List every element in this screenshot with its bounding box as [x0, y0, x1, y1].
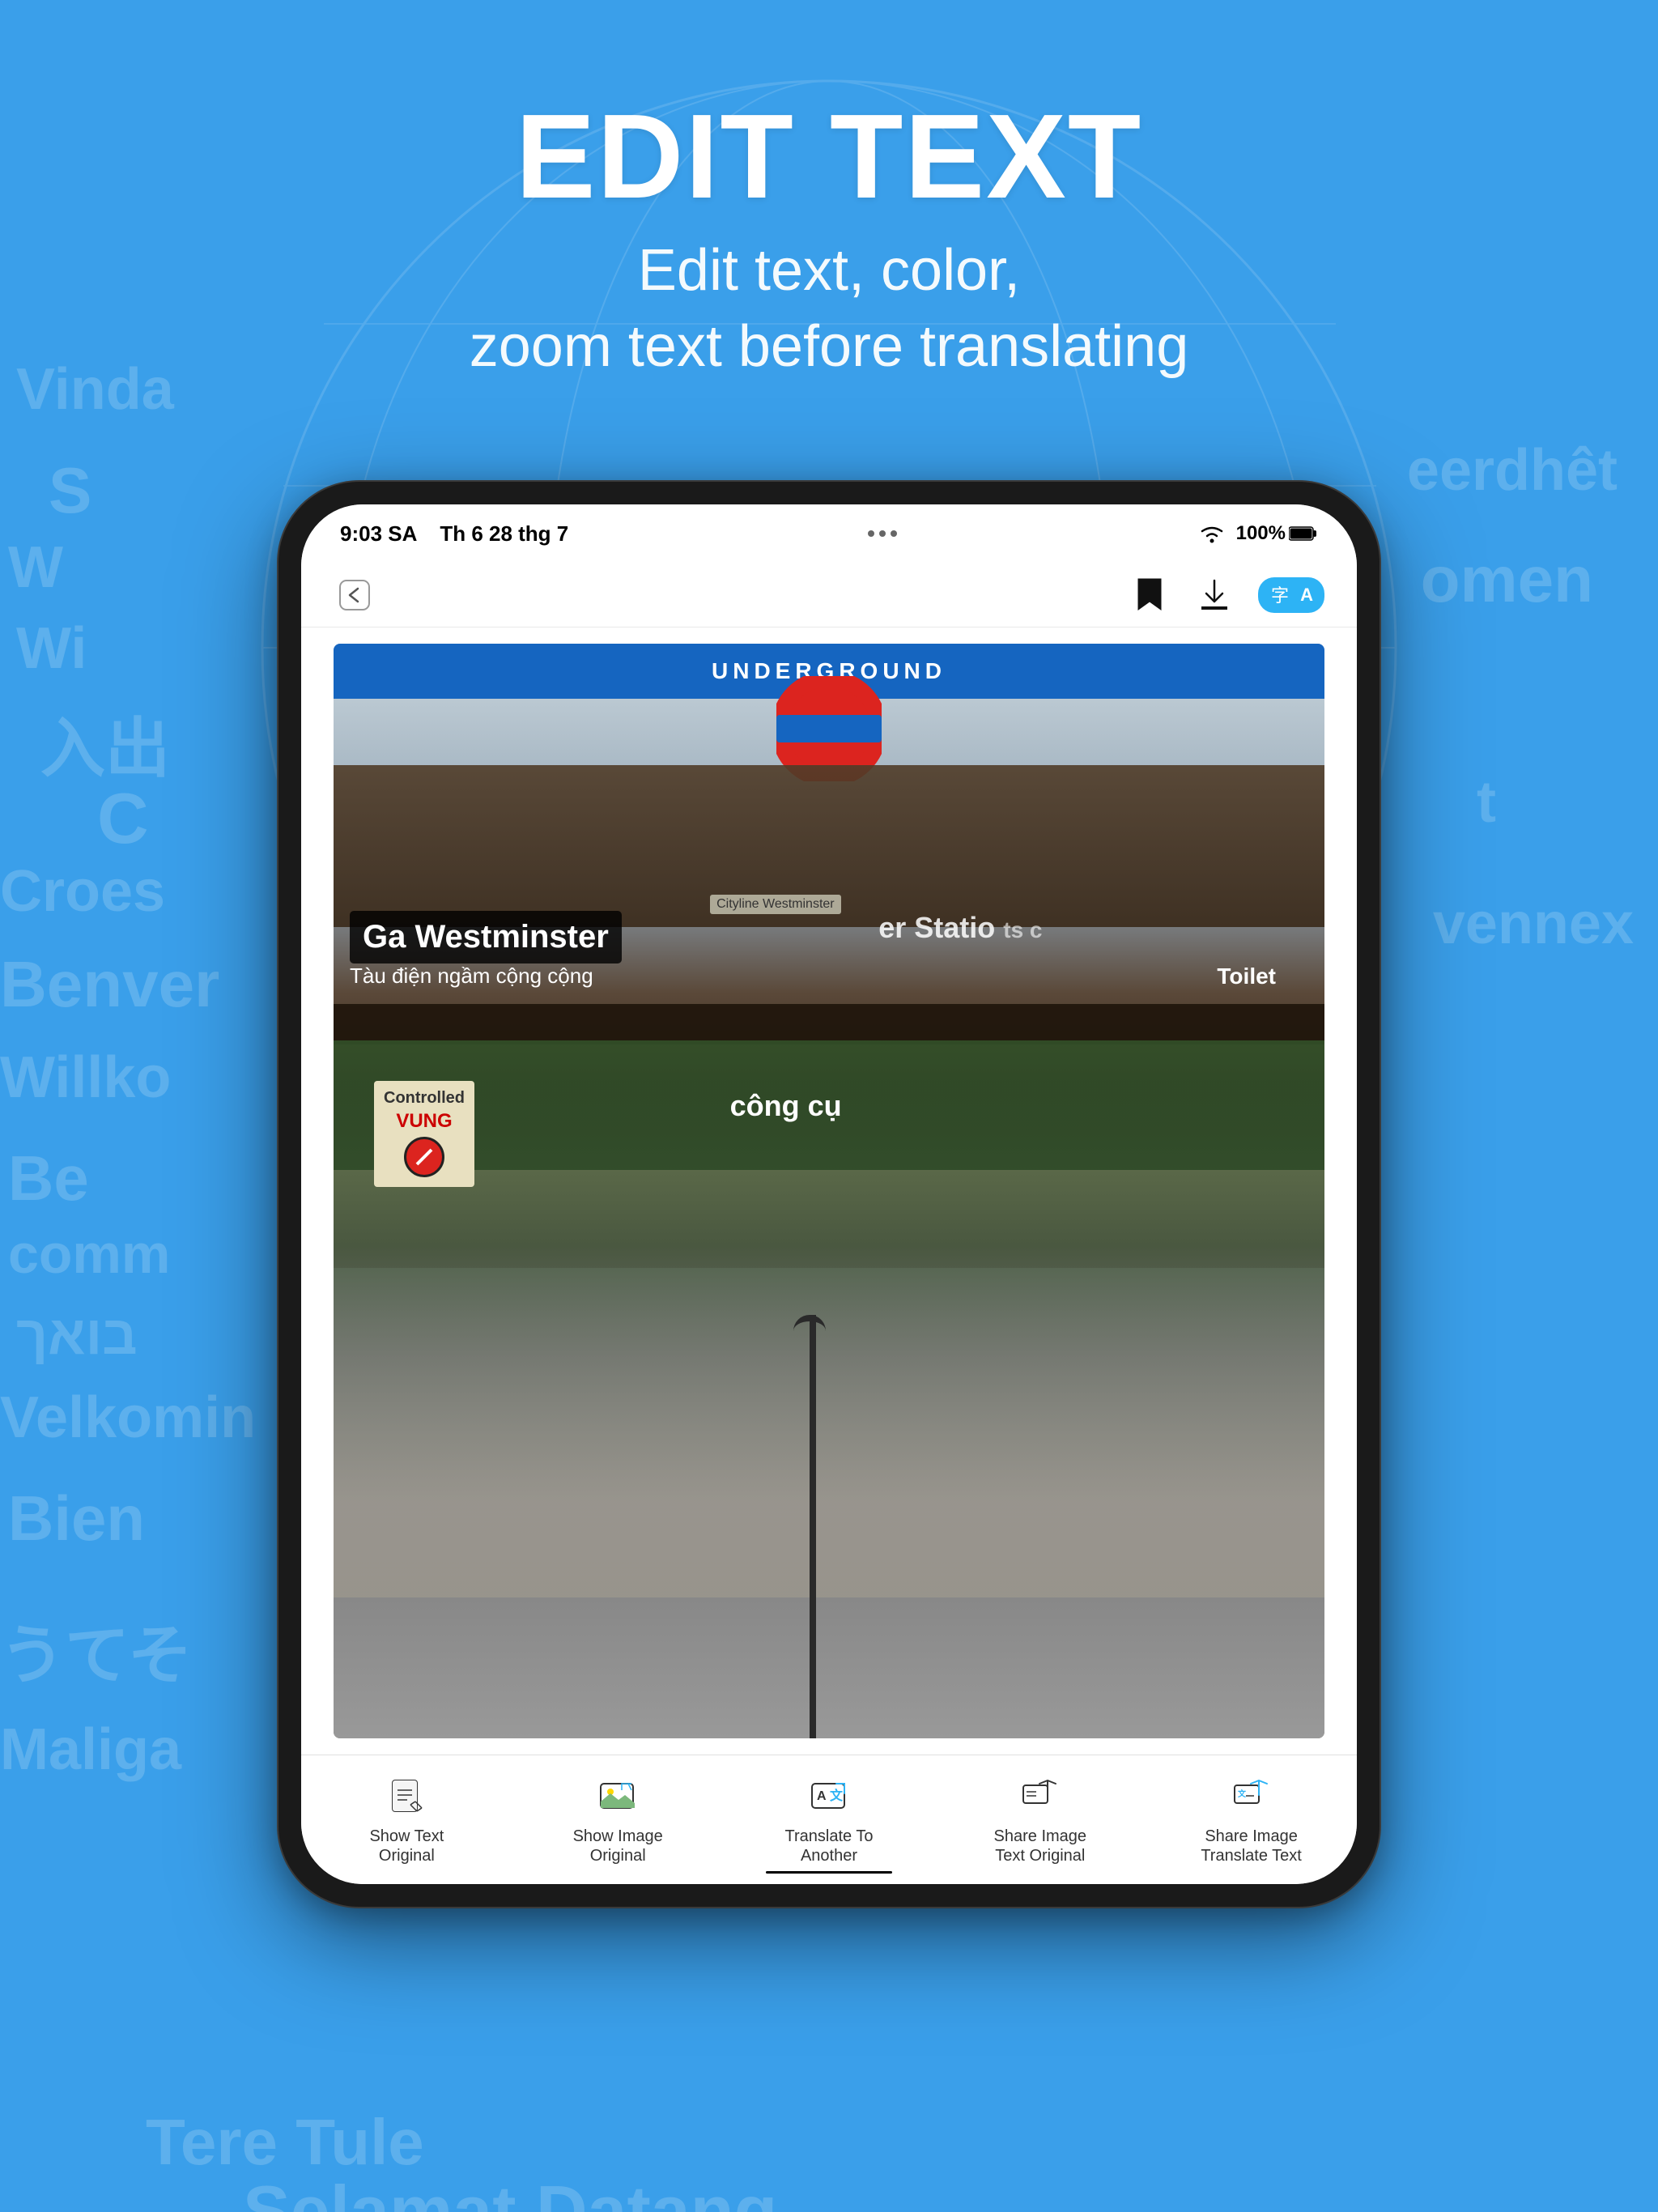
show-text-original-icon: [384, 1775, 429, 1820]
westminster-translation: Ga Westminster: [350, 911, 622, 963]
toilet-translation: Toilet: [1217, 963, 1276, 989]
tab-show-image-original-label: Show Image Original: [561, 1827, 674, 1865]
station-partial: er Statio ts c: [878, 911, 1042, 945]
toolbar-right: 字 A: [1129, 574, 1324, 616]
back-icon: [337, 577, 372, 613]
tab-share-image-text-original-label: Share Image Text Original: [984, 1827, 1097, 1865]
svg-text:文: 文: [830, 1788, 844, 1803]
translate-badge-icon: 字: [1269, 582, 1295, 608]
device-frame: 9:03 SA Th 6 28 thg 7: [278, 482, 1380, 1907]
share-image-text-original-icon: [1018, 1775, 1063, 1820]
no-sign-icon: [412, 1145, 436, 1169]
top-toolbar: 字 A: [301, 563, 1357, 627]
cong-cu-translation: công cụ: [730, 1089, 842, 1123]
status-right: 100%: [1197, 522, 1318, 545]
battery-indicator: 100%: [1236, 522, 1318, 545]
download-button[interactable]: [1193, 574, 1235, 616]
sign-label: Cityline Westminster: [710, 895, 841, 914]
svg-text:文: 文: [1238, 1789, 1247, 1799]
people-area: [334, 1268, 1324, 1738]
document-icon: [386, 1777, 427, 1818]
page-title: EDIT TEXT: [470, 97, 1188, 217]
translate-badge[interactable]: 字 A: [1258, 577, 1324, 613]
status-bar: 9:03 SA Th 6 28 thg 7: [301, 504, 1357, 563]
toolbar-left: [334, 574, 376, 616]
bookmark-icon: [1135, 577, 1164, 613]
road: [334, 1597, 1324, 1738]
lamppost: [810, 1315, 816, 1738]
bottom-tabbar: Show Text Original Show Image Original: [301, 1755, 1357, 1884]
status-time: 9:03 SA Th 6 28 thg 7: [340, 521, 568, 547]
svg-text:字: 字: [1271, 585, 1289, 606]
translate-tab-icon: A 文: [809, 1777, 849, 1818]
image-icon: [597, 1777, 638, 1818]
tab-show-image-original[interactable]: Show Image Original: [512, 1767, 724, 1874]
page-subtitle: Edit text, color, zoom text before trans…: [470, 233, 1188, 385]
wifi-icon: [1197, 522, 1226, 545]
share-image-text-icon: [1020, 1777, 1061, 1818]
svg-text:A: A: [817, 1789, 827, 1803]
device-screen: 9:03 SA Th 6 28 thg 7: [301, 504, 1357, 1884]
tab-show-text-original[interactable]: Show Text Original: [301, 1767, 512, 1874]
tab-translate-to-another[interactable]: A 文 Translate To Another: [724, 1767, 935, 1874]
main-image-area: UNDERGROUND Cityline Westminster: [334, 644, 1324, 1738]
subway-translation: Tàu điện ngầm cộng cộng: [350, 963, 593, 989]
share-translate-icon: 文: [1231, 1777, 1272, 1818]
status-dot-1: [868, 530, 874, 537]
tab-share-image-text-original[interactable]: Share Image Text Original: [934, 1767, 1146, 1874]
share-image-translate-text-icon: 文: [1229, 1775, 1274, 1820]
tab-share-image-translate-text[interactable]: 文 Share Image Translate Text: [1146, 1767, 1357, 1874]
battery-icon: [1289, 525, 1318, 542]
divider-bar: [334, 1004, 1324, 1044]
translate-to-another-icon: A 文: [806, 1775, 852, 1820]
show-image-original-icon: [595, 1775, 640, 1820]
back-button[interactable]: [334, 574, 376, 616]
download-icon: [1198, 577, 1231, 613]
tab-share-image-translate-text-label: Share Image Translate Text: [1195, 1827, 1308, 1865]
status-dot-3: [891, 530, 897, 537]
title-section: EDIT TEXT Edit text, color, zoom text be…: [470, 97, 1188, 385]
bookmark-button[interactable]: [1129, 574, 1171, 616]
status-dot-2: [879, 530, 886, 537]
main-content: EDIT TEXT Edit text, color, zoom text be…: [0, 0, 1658, 2212]
vung-sign: Controlled VUNG: [374, 1081, 474, 1187]
status-center-dots: [868, 530, 897, 537]
tab-translate-to-another-label: Translate To Another: [772, 1827, 886, 1865]
tab-show-text-original-label: Show Text Original: [350, 1827, 463, 1865]
